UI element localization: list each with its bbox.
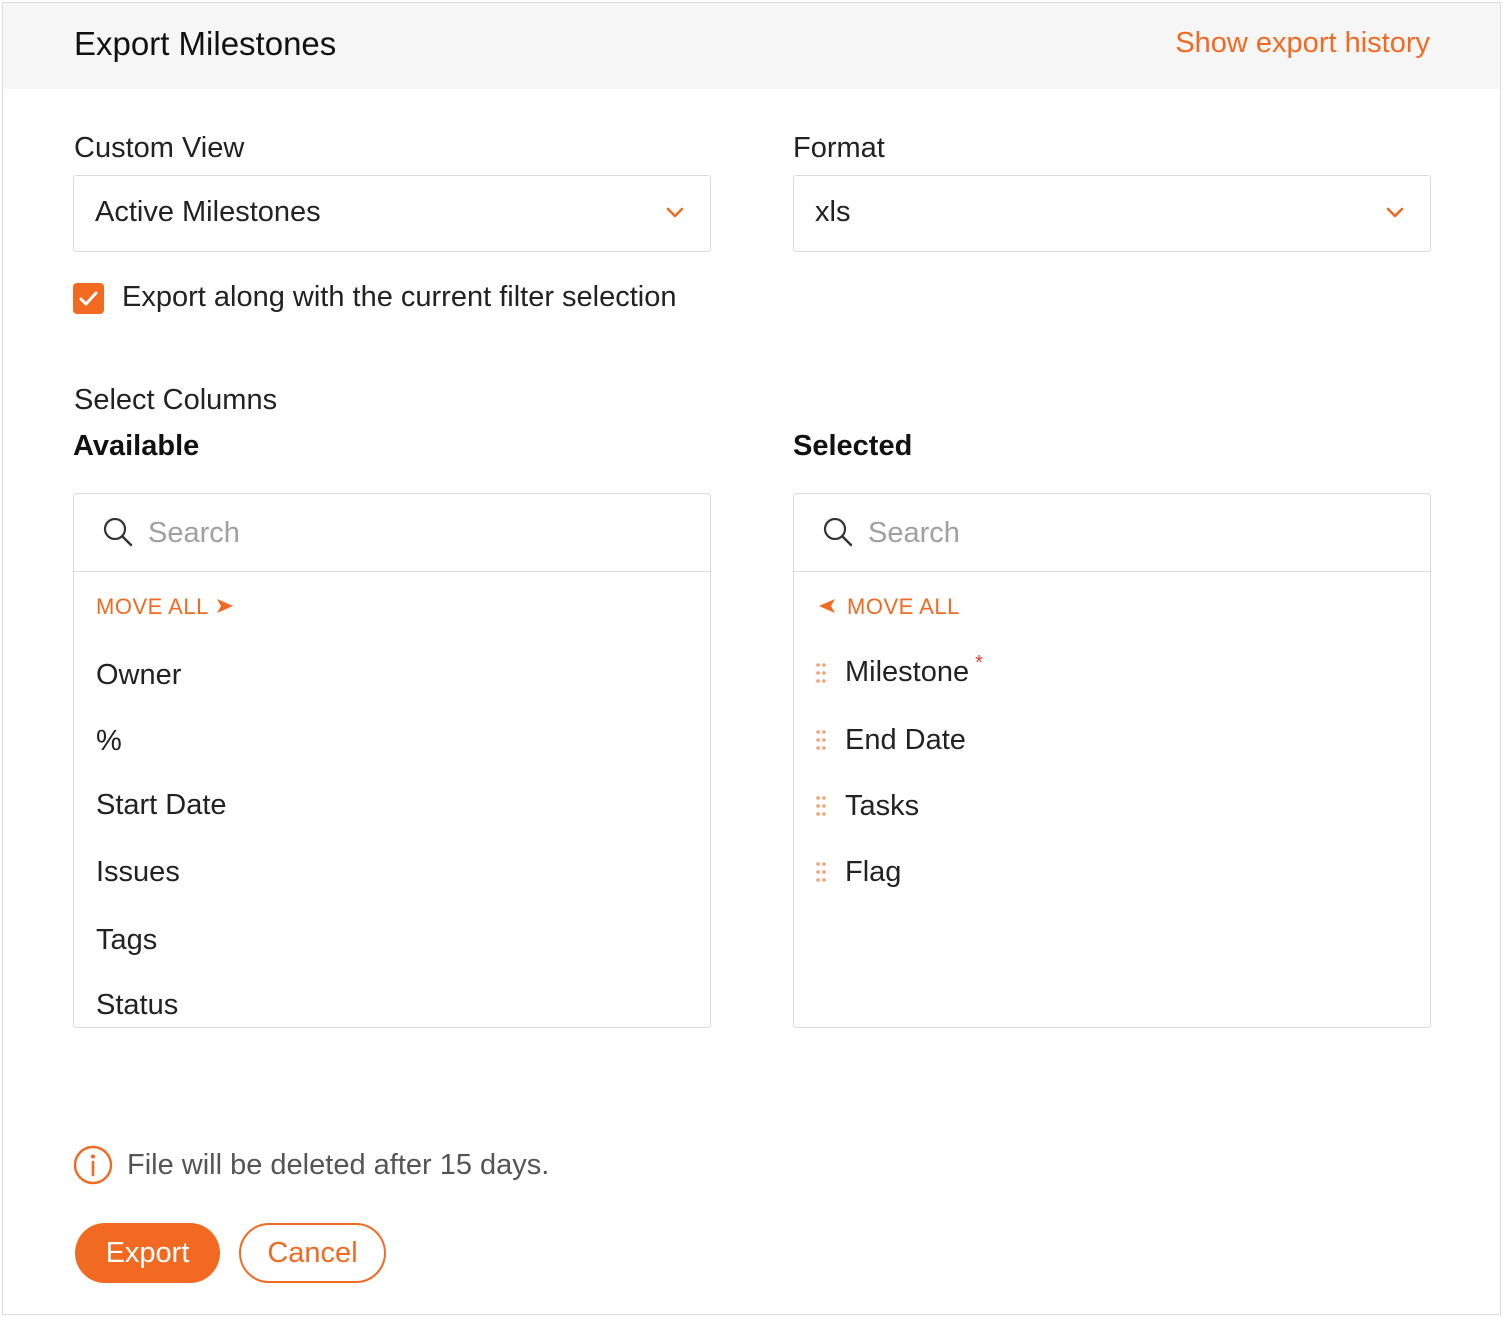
format-value: xls [815, 196, 851, 228]
selected-search-input[interactable] [868, 512, 1388, 554]
available-columns-list: MOVE ALL Owner % Start Date Issues Tags … [73, 493, 711, 1028]
available-item-owner[interactable]: Owner [96, 659, 181, 692]
available-item-status[interactable]: Status [96, 989, 178, 1022]
available-item-percent[interactable]: % [96, 725, 122, 758]
selected-item-end-date[interactable]: End Date [845, 724, 966, 757]
cancel-button[interactable]: Cancel [239, 1223, 386, 1283]
custom-view-select[interactable]: Active Milestones [73, 175, 711, 252]
selected-item-tasks[interactable]: Tasks [845, 790, 919, 823]
drag-handle-icon[interactable] [815, 795, 827, 817]
chevron-down-icon [666, 207, 684, 218]
available-search-row [74, 494, 710, 572]
format-label: Format [793, 132, 885, 164]
retention-notice: File will be deleted after 15 days. [127, 1149, 550, 1181]
format-select[interactable]: xls [793, 175, 1431, 252]
drag-handle-icon[interactable] [815, 729, 827, 751]
checkmark-icon [79, 291, 98, 306]
selected-item-milestone[interactable]: Milestone * [845, 652, 983, 689]
available-item-issues[interactable]: Issues [96, 856, 180, 889]
filter-selection-label[interactable]: Export along with the current filter sel… [122, 281, 677, 314]
chevron-down-icon [1386, 207, 1404, 218]
available-search-input[interactable] [148, 512, 668, 554]
custom-view-label: Custom View [74, 132, 245, 164]
selected-columns-list: MOVE ALL Milestone* End Date Tasks Flag [793, 493, 1431, 1028]
selected-item-flag[interactable]: Flag [845, 856, 901, 889]
search-icon [103, 517, 133, 547]
required-asterisk: * [975, 652, 983, 674]
selected-heading: Selected [793, 430, 913, 462]
show-export-history-link[interactable]: Show export history [1175, 27, 1430, 60]
dialog-header: Export Milestones Show export history [3, 3, 1500, 89]
select-columns-title: Select Columns [74, 384, 278, 416]
selected-item-label: Milestone [845, 656, 970, 688]
search-icon [823, 517, 853, 547]
move-all-left-button[interactable]: MOVE ALL [847, 594, 960, 620]
arrow-left-icon[interactable] [818, 598, 836, 614]
available-item-start-date[interactable]: Start Date [96, 789, 227, 822]
available-item-tags[interactable]: Tags [96, 924, 157, 957]
dialog-title: Export Milestones [74, 25, 337, 62]
move-all-right-button[interactable]: MOVE ALL [96, 594, 209, 620]
export-dialog: Export Milestones Show export history Cu… [2, 2, 1501, 1315]
selected-search-row [794, 494, 1430, 572]
arrow-right-icon[interactable] [216, 598, 234, 614]
export-button[interactable]: Export [75, 1223, 220, 1283]
available-heading: Available [73, 430, 200, 462]
info-icon [73, 1145, 113, 1185]
filter-selection-checkbox[interactable] [73, 283, 104, 314]
drag-handle-icon[interactable] [815, 861, 827, 883]
custom-view-value: Active Milestones [95, 196, 321, 228]
drag-handle-icon[interactable] [815, 662, 827, 684]
